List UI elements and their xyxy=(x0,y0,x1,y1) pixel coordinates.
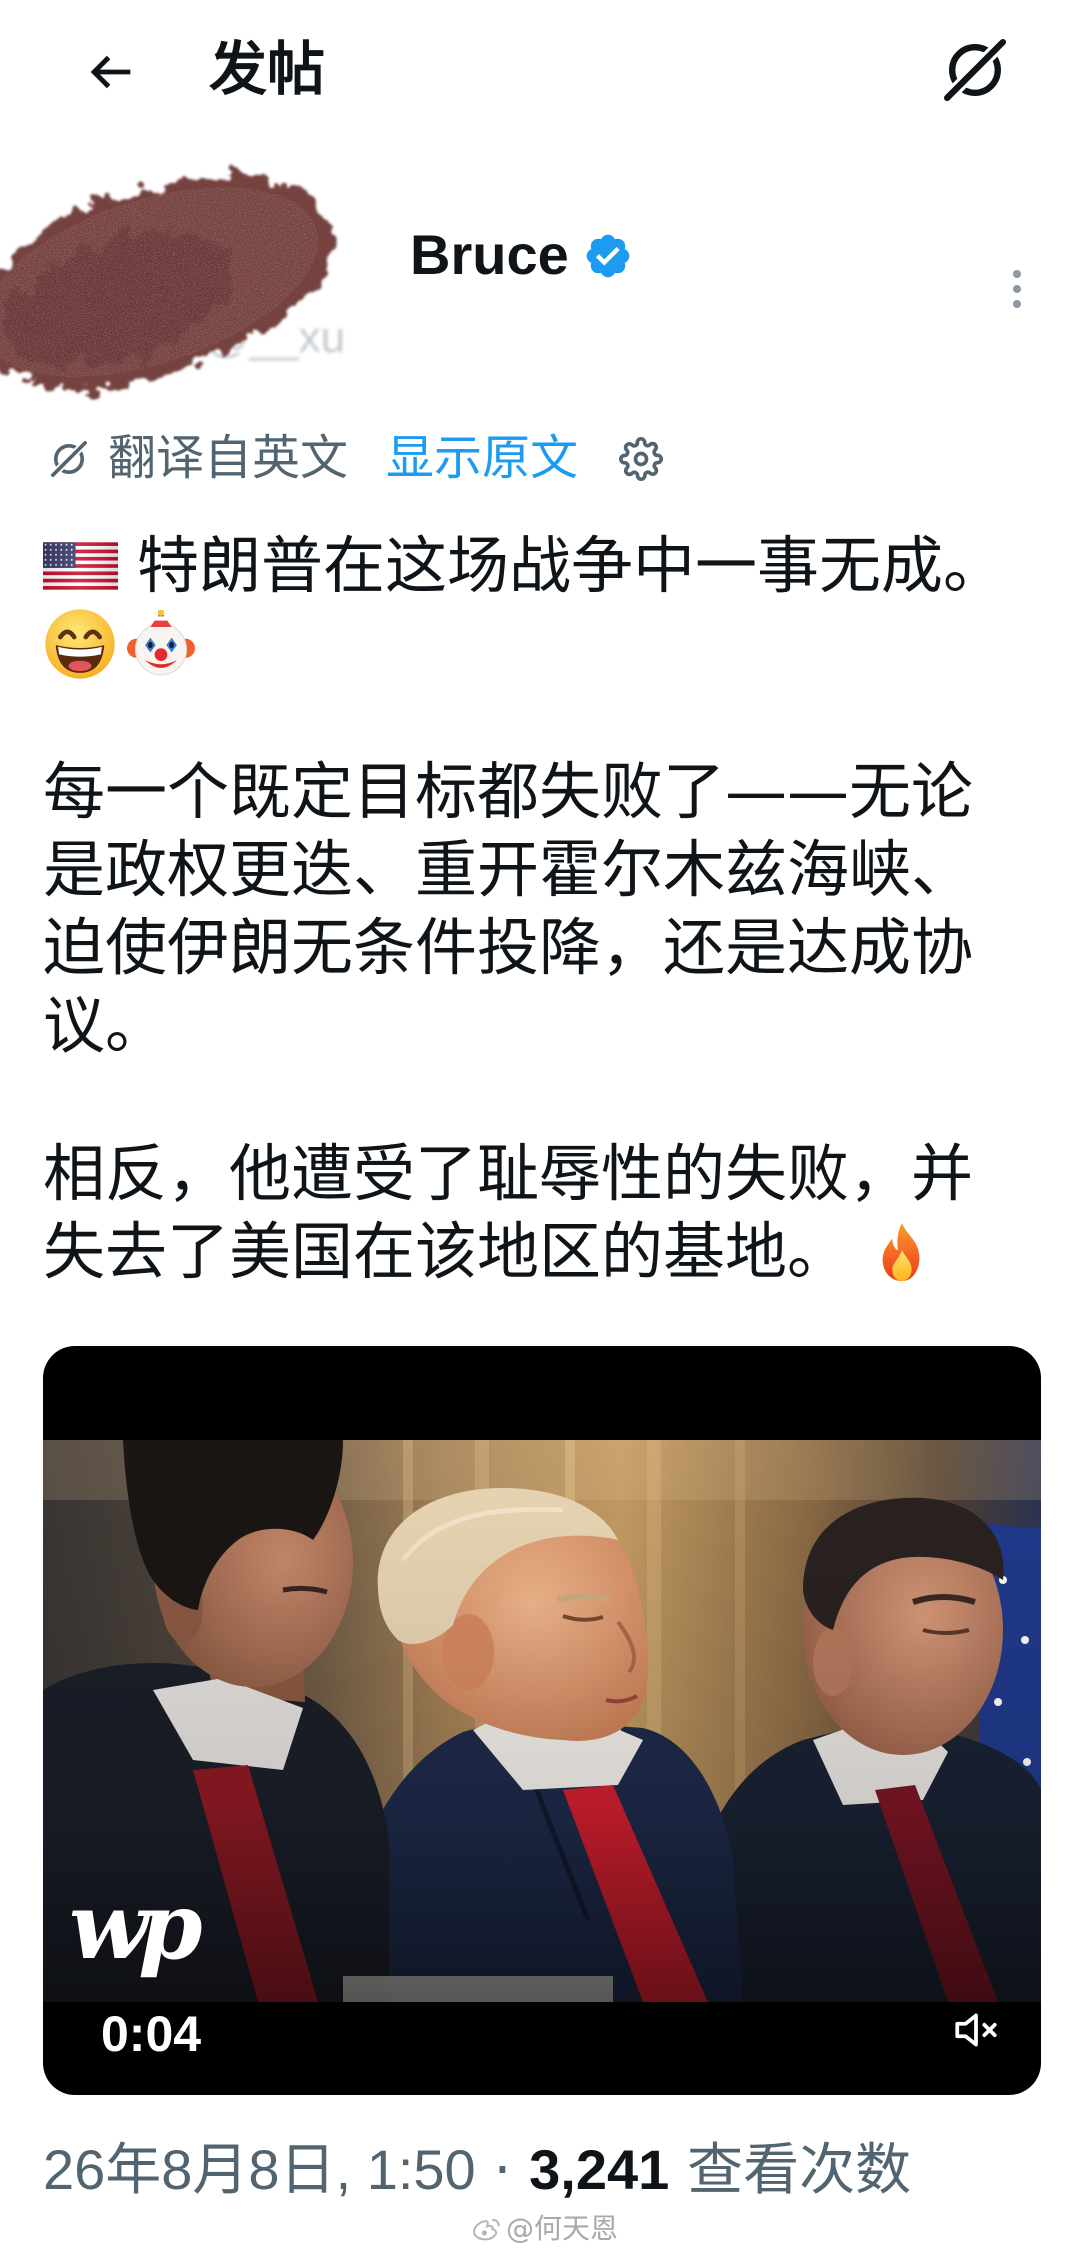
post-paragraph: 特朗普在这场战争中一事无成。 xyxy=(43,527,1043,683)
post-line-text: 是政权更迭、重开霍尔木兹海峡、 xyxy=(43,833,974,906)
views-label: 查看次数 xyxy=(687,2138,912,2203)
post-timestamp[interactable]: 26年8月8日, 1:50 xyxy=(43,2138,476,2201)
post-line-text: 特朗普在这场战争中一事无成。 xyxy=(137,529,1006,602)
post-meta: 26年8月8日, 1:50 · 3,241 查看次数 xyxy=(43,2138,911,2203)
grok-icon xyxy=(942,37,1008,103)
weibo-icon xyxy=(473,2218,500,2241)
views-count: 3,241 xyxy=(529,2138,670,2201)
post-line-text: 议。 xyxy=(43,989,168,1062)
post-line-text: 相反，他遭受了耻辱性的失败，并 xyxy=(43,1137,974,1210)
wp-logo: wp xyxy=(69,1872,202,1980)
post-line: 迫使伊朗无条件投降，还是达成协 xyxy=(43,909,1043,987)
show-original-link[interactable]: 显示原文 xyxy=(386,429,578,487)
post-paragraph: 每一个既定目标都失败了——无论 是政权更迭、重开霍尔木兹海峡、 迫使伊朗无条件投… xyxy=(43,753,1043,1065)
post-line: 每一个既定目标都失败了——无论 xyxy=(43,753,1043,831)
more-options-button[interactable] xyxy=(1000,262,1034,316)
translate-icon xyxy=(50,440,88,478)
post-line: 议。 xyxy=(43,987,1043,1065)
video-player[interactable]: wp 0:04 xyxy=(43,1346,1041,2095)
post-line-text: 迫使伊朗无条件投降，还是达成协 xyxy=(43,911,974,984)
grok-button[interactable] xyxy=(935,30,1015,110)
post-line xyxy=(43,605,1043,683)
post-paragraph: 相反，他遭受了耻辱性的失败，并 失去了美国在该地区的基地。 xyxy=(43,1135,1043,1291)
volume-muted-icon xyxy=(955,2013,997,2047)
page-title: 发帖 xyxy=(209,35,326,103)
grinning-face-emoji xyxy=(45,609,115,679)
redaction-scribble xyxy=(0,176,333,388)
translated-from-label: 翻译自英文 xyxy=(108,430,349,486)
watermark-text: @何天恩 xyxy=(506,2212,619,2245)
post-line-text: 失去了美国在该地区的基地。 xyxy=(43,1215,850,1288)
video-duration: 0:04 xyxy=(101,2006,202,2062)
translation-settings-button[interactable] xyxy=(617,435,665,483)
gear-icon xyxy=(619,437,663,481)
verified-badge-icon xyxy=(586,234,630,278)
back-button[interactable] xyxy=(74,35,148,109)
post-line: 是政权更迭、重开霍尔木兹海峡、 xyxy=(43,831,1043,909)
post-line: 特朗普在这场战争中一事无成。 xyxy=(43,527,1043,605)
post-line: 相反，他遭受了耻辱性的失败，并 xyxy=(43,1135,1043,1213)
more-vertical-icon xyxy=(1013,270,1021,308)
back-arrow-icon xyxy=(90,55,131,89)
us-flag-emoji xyxy=(43,542,118,590)
author-name[interactable]: Bruce xyxy=(410,222,569,288)
meta-separator: · xyxy=(494,2138,530,2203)
fire-emoji xyxy=(882,1222,920,1282)
post-line: 失去了美国在该地区的基地。 xyxy=(43,1213,1043,1291)
separator-dot: · xyxy=(493,2138,512,2203)
post-line-text: 每一个既定目标都失败了——无论 xyxy=(43,755,974,828)
watermark: @何天恩 xyxy=(472,2212,618,2246)
mute-button[interactable] xyxy=(948,2002,1004,2058)
clown-face-emoji xyxy=(127,610,195,676)
